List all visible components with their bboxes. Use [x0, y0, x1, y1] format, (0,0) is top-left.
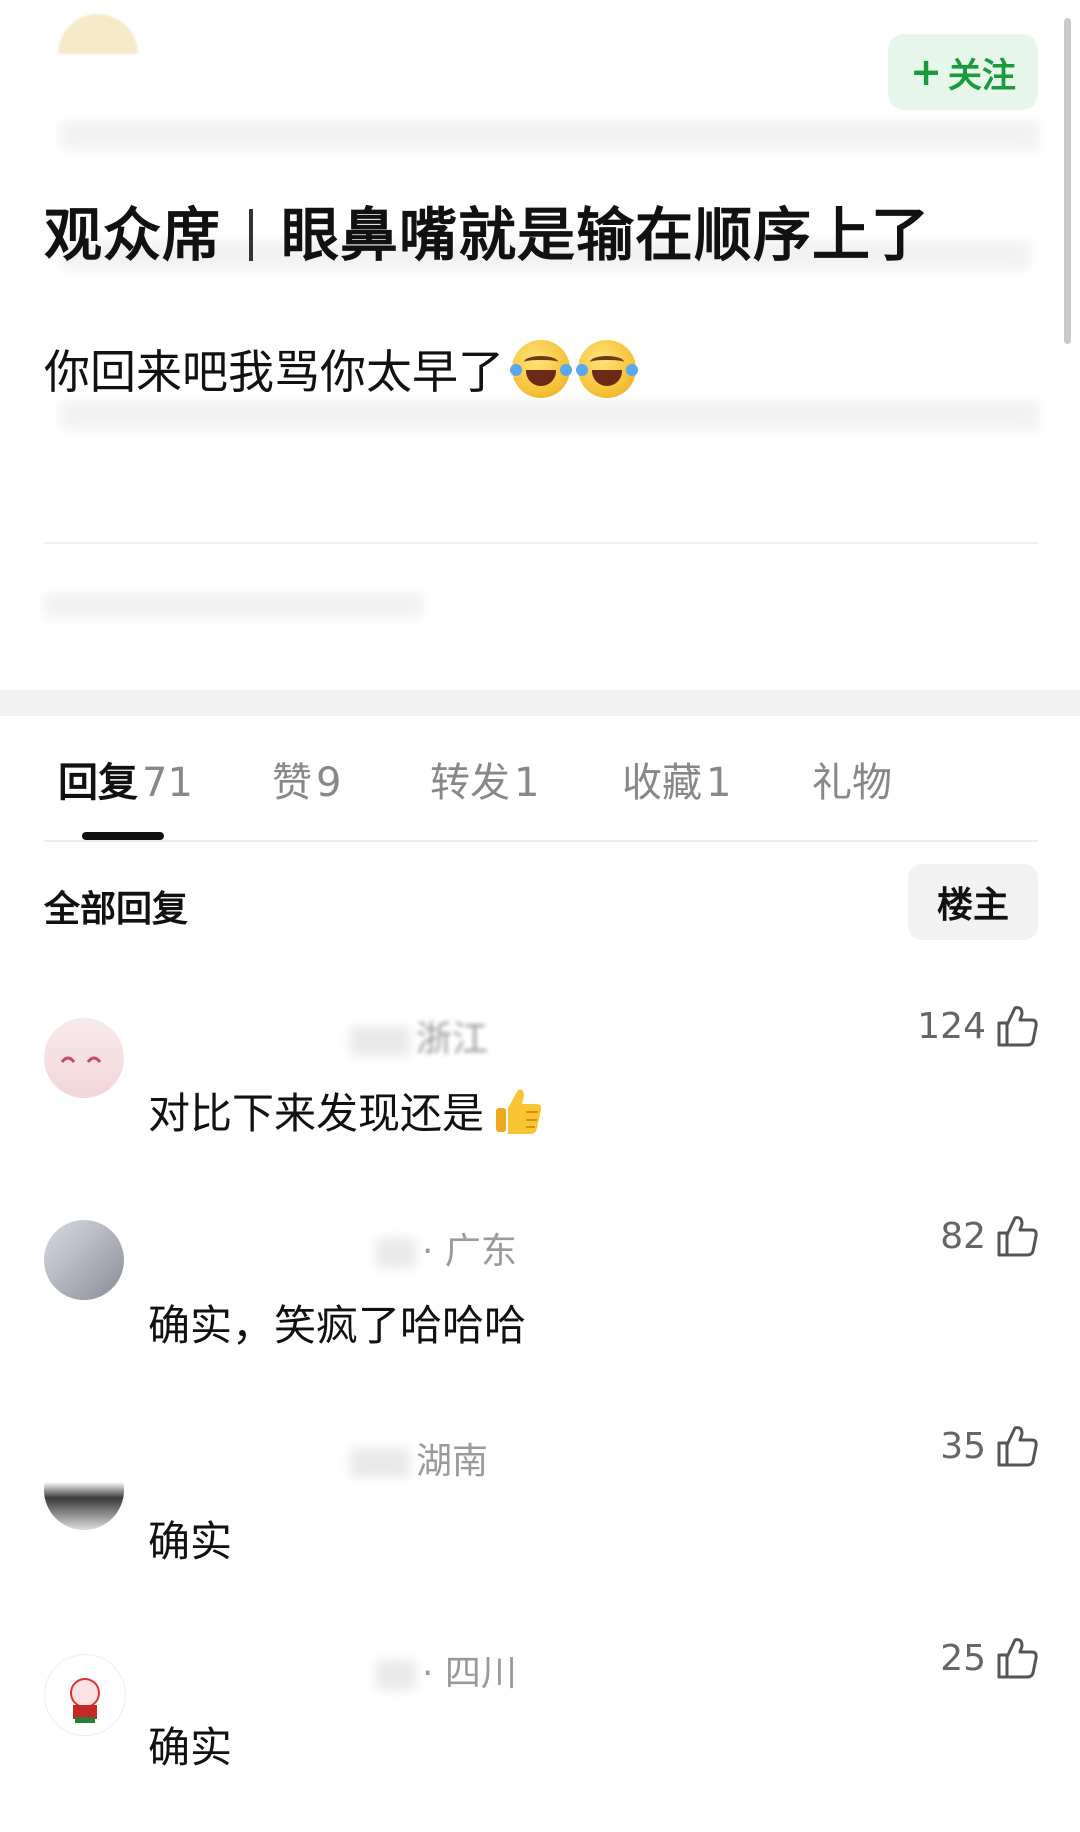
divider — [44, 542, 1038, 544]
plus-icon: + — [910, 50, 942, 94]
laughing-emoji-icon — [510, 340, 572, 398]
scrollbar[interactable] — [1064, 18, 1071, 344]
like-button[interactable]: 124 — [917, 1004, 1038, 1048]
active-tab-indicator — [82, 832, 164, 840]
tab-gifts[interactable]: 礼物 — [812, 750, 892, 808]
avatar[interactable] — [44, 1220, 124, 1300]
all-replies-label: 全部回复 — [44, 889, 189, 930]
post-title-right: 眼鼻嘴就是输在顺序上了 — [281, 201, 931, 269]
like-count: 124 — [917, 1005, 986, 1047]
comment-item: 湖南 确实 35 — [0, 1420, 1080, 1620]
thumbs-up-outline-icon — [996, 1424, 1038, 1468]
post-body: 你回来吧我骂你太早了 — [44, 336, 638, 402]
tab-favorites[interactable]: 收藏 1 — [622, 750, 731, 808]
comment-item: 浙江 对比下来发现还是 124 — [0, 1000, 1080, 1200]
like-button[interactable]: 35 — [940, 1424, 1038, 1468]
comment-text: 对比下来发现还是 — [148, 1080, 544, 1141]
comment-meta: · 广东 — [376, 1222, 517, 1274]
comment-meta: · 四川 — [376, 1644, 517, 1696]
avatar[interactable] — [44, 1450, 124, 1530]
tab-reposts[interactable]: 转发 1 — [430, 750, 539, 808]
reaction-tabs: 回复 71 赞9 转发 1 收藏 1 礼物 — [0, 750, 1080, 840]
thumbs-up-outline-icon — [996, 1004, 1038, 1048]
comment-text: 确实 — [148, 1723, 233, 1772]
comment-meta: 浙江 — [350, 1010, 488, 1062]
comment-item: · 四川 确实 25 — [0, 1632, 1080, 1832]
comment-text: 确实 — [148, 1517, 233, 1566]
post-title-left: 观众席 — [44, 201, 222, 269]
laughing-emoji-icon — [576, 340, 638, 398]
thumbs-up-emoji-icon — [490, 1084, 544, 1138]
follow-button[interactable]: + 关注 — [888, 34, 1038, 110]
like-button[interactable]: 25 — [940, 1636, 1038, 1680]
post-body-text: 你回来吧我骂你太早了 — [44, 345, 504, 399]
comment-meta: 湖南 — [350, 1432, 488, 1484]
owner-filter-button[interactable]: 楼主 — [908, 864, 1038, 940]
like-count: 25 — [940, 1637, 986, 1679]
post-title: 观众席 眼鼻嘴就是输在顺序上了 — [44, 188, 930, 272]
like-count: 82 — [940, 1215, 986, 1257]
title-separator — [249, 209, 254, 261]
like-button[interactable]: 82 — [940, 1214, 1038, 1258]
like-count: 35 — [940, 1425, 986, 1467]
tabs-divider — [44, 840, 1038, 842]
tab-likes[interactable]: 赞9 — [272, 750, 341, 808]
author-avatar[interactable] — [58, 14, 138, 54]
thumbs-up-outline-icon — [996, 1214, 1038, 1258]
section-separator — [0, 690, 1080, 716]
avatar[interactable] — [44, 1018, 124, 1098]
comment-text: 确实，笑疯了哈哈哈 — [148, 1301, 527, 1350]
comment-item: · 广东 确实，笑疯了哈哈哈 82 — [0, 1210, 1080, 1410]
follow-label: 关注 — [947, 55, 1016, 96]
avatar[interactable] — [44, 1654, 126, 1736]
tab-replies[interactable]: 回复 71 — [58, 750, 193, 808]
thumbs-up-outline-icon — [996, 1636, 1038, 1680]
